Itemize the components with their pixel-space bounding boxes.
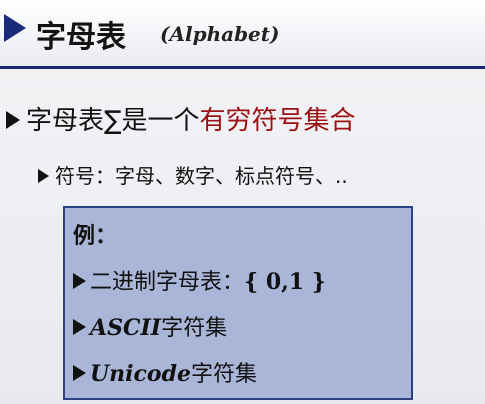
ascii-label: ASCII bbox=[90, 315, 162, 341]
bullet-symbols: 符号：字母、数字、标点符号、.. bbox=[38, 160, 348, 189]
unicode-suffix: 字符集 bbox=[191, 362, 258, 387]
unicode-label: Unicode bbox=[90, 361, 191, 387]
symbols-text: 符号：字母、数字、标点符号、.. bbox=[55, 164, 348, 188]
ascii-suffix: 字符集 bbox=[161, 316, 228, 341]
example-item-ascii: ASCII字符集 bbox=[73, 310, 227, 342]
example-heading: 例： bbox=[73, 224, 118, 249]
binary-label: 二进制字母表： bbox=[90, 270, 245, 295]
definition-text: 字母表∑是一个 bbox=[26, 106, 200, 136]
definition-highlight: 有穷符号集合 bbox=[199, 106, 356, 136]
example-box: 例： 二进制字母表：{ 0,1 } ASCII字符集 Unicode字符集 bbox=[63, 206, 413, 400]
binary-value: { 0,1 } bbox=[244, 269, 326, 295]
bullet-arrow-icon bbox=[6, 110, 20, 129]
example-item-binary: 二进制字母表：{ 0,1 } bbox=[73, 264, 326, 296]
sub-bullet-arrow-icon bbox=[38, 168, 49, 183]
item-arrow-icon bbox=[73, 319, 86, 335]
slide-title-bar: 字母表 (Alphabet) bbox=[0, 0, 485, 69]
item-arrow-icon bbox=[73, 365, 86, 381]
title-arrow-icon bbox=[4, 14, 26, 42]
example-item-unicode: Unicode字符集 bbox=[73, 356, 257, 388]
item-arrow-icon bbox=[73, 273, 86, 289]
slide-title-english: (Alphabet) bbox=[160, 22, 280, 46]
slide-title: 字母表 bbox=[36, 20, 126, 55]
bullet-definition: 字母表∑是一个有穷符号集合 bbox=[6, 100, 356, 137]
